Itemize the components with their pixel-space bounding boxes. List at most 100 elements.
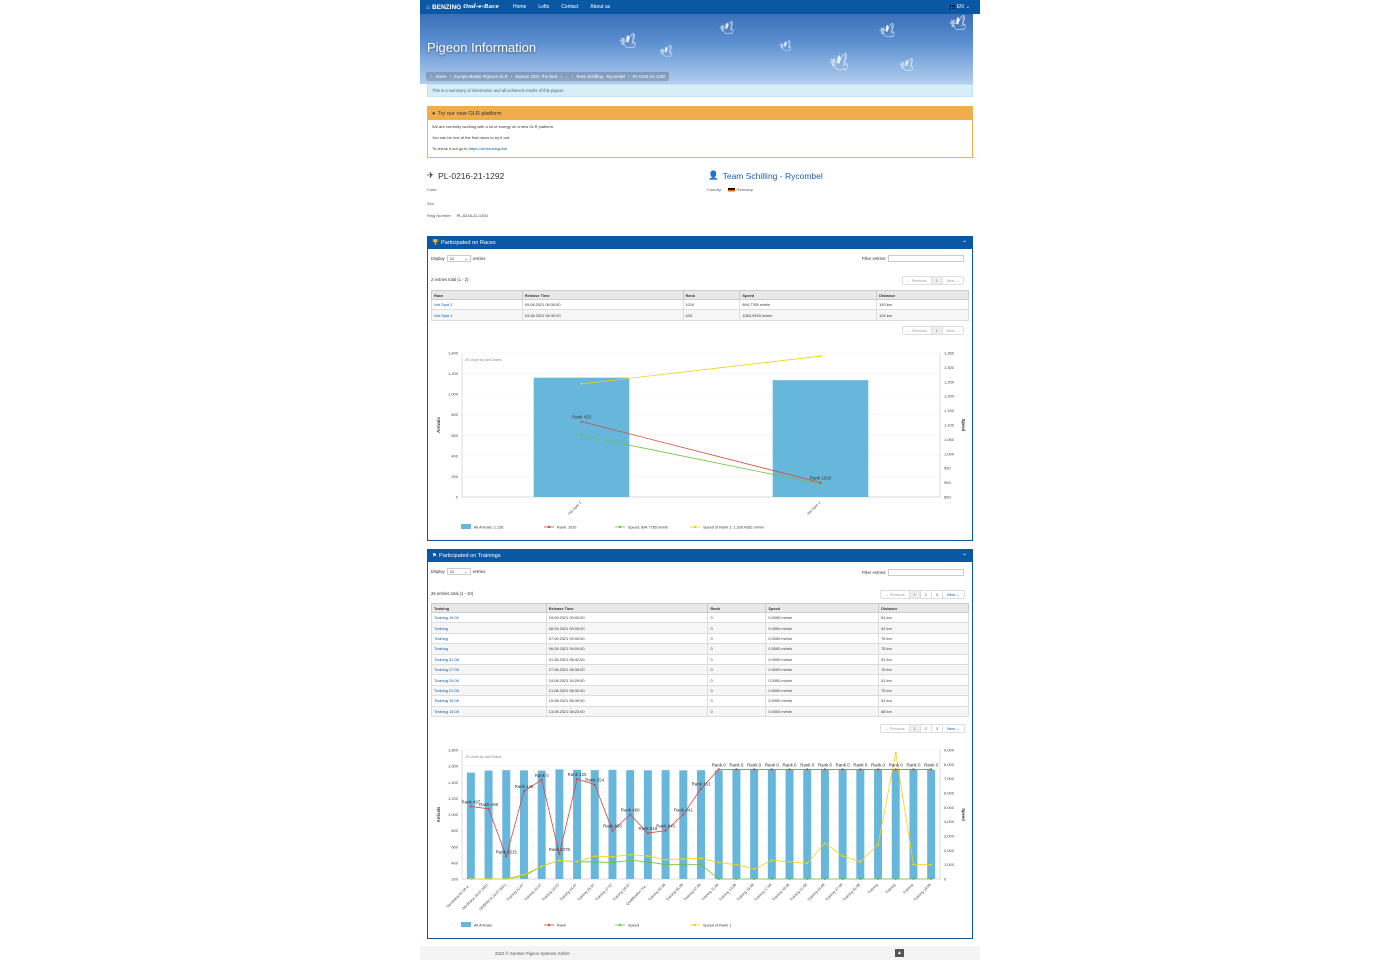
y2-tick-label: 1,000: [944, 451, 955, 456]
races-panel-header[interactable]: 🏆 Participated on Races ⌃: [428, 237, 972, 249]
row-name-link[interactable]: Hot Spot 1: [431, 309, 523, 321]
pager-page-1[interactable]: 1: [931, 327, 943, 334]
rank-data-label: Rank 0: [889, 762, 903, 767]
pager-page-1[interactable]: 1: [931, 277, 943, 284]
row-name-link[interactable]: Training 21.08: [431, 684, 547, 697]
trainings-title: Participated on Trainings: [439, 553, 501, 559]
breadcrumb-separator: ›: [571, 74, 573, 79]
pager-next[interactable]: Next →: [943, 327, 964, 334]
nav-link-contact[interactable]: Contact: [561, 4, 578, 10]
col-release-time[interactable]: Release Time: [521, 290, 684, 300]
rank-data-label: Rank 0: [747, 762, 761, 767]
pager-page-1[interactable]: 1: [909, 725, 921, 732]
pager-next[interactable]: Next →: [943, 591, 964, 598]
chart-watermark: JS chart by amCharts: [465, 755, 502, 759]
pager-next[interactable]: Next →: [943, 725, 964, 732]
pager-previous[interactable]: ← Previous: [881, 591, 910, 598]
row-name-link[interactable]: Training: [431, 643, 547, 655]
nav-link-about[interactable]: About us: [590, 4, 610, 10]
nav-link-home[interactable]: Home: [513, 4, 526, 10]
promo-line-prefix: To check it out go to: [432, 146, 468, 151]
col-rank[interactable]: Rank: [707, 603, 767, 613]
speed-point: [717, 877, 720, 881]
y-tick-label: 600: [451, 433, 458, 438]
collapse-icon[interactable]: ⌃: [962, 553, 967, 560]
team-name[interactable]: Team Schilling - Rycombel: [723, 171, 823, 181]
col-release-time[interactable]: Release Time: [545, 603, 709, 613]
pager-page-3[interactable]: 3: [932, 725, 943, 732]
team-heading[interactable]: 👤 Team Schilling - Rycombel: [708, 170, 823, 181]
trainings-filter-input[interactable]: [888, 569, 965, 576]
nav-link-lofts[interactable]: Lofts: [538, 4, 549, 10]
races-page-size-select[interactable]: 10 ⌄: [446, 255, 471, 262]
bar-arrivals: [891, 769, 900, 879]
pigeon-image: 🕊: [947, 14, 970, 35]
language-selector[interactable]: EN ⌄: [948, 4, 970, 10]
row-name-link[interactable]: Training 31.08: [431, 653, 547, 665]
speed-rank1-point: [930, 863, 933, 866]
rank-data-label: Rank 120: [568, 772, 587, 777]
pager-previous[interactable]: ← Previous: [903, 327, 932, 334]
legend-swatch: [461, 524, 471, 529]
pager-page-3[interactable]: 3: [932, 591, 943, 598]
table-cell: 894.7785 m/min: [739, 298, 878, 311]
col-training[interactable]: Training: [431, 603, 547, 613]
col-distance[interactable]: Distance: [876, 290, 969, 300]
breadcrumb-home[interactable]: Home: [436, 74, 447, 79]
pager-next[interactable]: Next →: [943, 277, 964, 284]
pager-page-1[interactable]: 1: [909, 591, 921, 598]
pager-page-2[interactable]: 2: [921, 591, 932, 598]
table-cell: 51 km: [878, 653, 969, 665]
rank-data-label: Rank 816: [638, 826, 657, 831]
table-header-row: Training Release Time Rank Speed Distanc…: [431, 603, 969, 613]
x-tick-label: Training 19.09: [913, 883, 932, 902]
rank-data-label: Rank 161: [692, 782, 711, 787]
pigeon-image: 🕊: [778, 40, 795, 55]
row-name-link[interactable]: Training 19.08: [431, 695, 547, 707]
col-race[interactable]: Race: [431, 290, 523, 300]
legend-item: Speed: [628, 924, 639, 928]
races-filter-input[interactable]: [888, 255, 965, 262]
speed-rank1-point: [735, 863, 738, 866]
col-rank[interactable]: Rank: [682, 290, 741, 300]
row-name-link[interactable]: Training 13.08: [431, 705, 547, 717]
row-name-link[interactable]: Hot Spot 2: [431, 298, 523, 311]
pager-previous[interactable]: ← Previous: [881, 725, 910, 732]
rank-data-label: Rank 0: [818, 762, 832, 767]
row-name-link[interactable]: Training 19.09: [431, 611, 547, 624]
table-cell: 19.08.2021 08:30:00: [545, 695, 709, 707]
collapse-icon[interactable]: ⌃: [962, 240, 967, 247]
legend-item: Rank: 1010: [557, 526, 576, 530]
legend-marker: [618, 525, 622, 529]
breadcrumb-olr[interactable]: Europa Master Pigeons OLR: [454, 74, 508, 79]
page-size-value: 10: [449, 569, 455, 574]
col-speed[interactable]: Speed: [739, 290, 878, 300]
promo-link[interactable]: https://olr.benzing.live: [469, 146, 507, 151]
col-speed[interactable]: Speed: [765, 603, 880, 613]
trainings-page-size-select[interactable]: 10 ⌄: [446, 568, 471, 575]
legend-item: Speed of Rank 1: [703, 924, 731, 928]
table-row: Hot Spot 1 03.08.2021 06:30:00 433 1063.945…: [431, 309, 969, 321]
pager-page-2[interactable]: 2: [921, 725, 932, 732]
row-name-link[interactable]: Training: [431, 622, 547, 634]
table-cell: 31.08.2021 08:42:00: [545, 653, 709, 665]
row-name-link[interactable]: Training 24.08: [431, 674, 547, 686]
breadcrumb-ellipsis[interactable]: ...: [565, 74, 569, 79]
rank-data-label: Rank 1010: [810, 476, 832, 481]
breadcrumb-season[interactable]: Season 2021 The Best: [515, 74, 558, 79]
col-distance[interactable]: Distance: [878, 603, 969, 613]
row-name-link[interactable]: Training: [431, 632, 547, 645]
trainings-panel-header[interactable]: ⚑ Participated on Trainings ⌃: [428, 550, 972, 562]
breadcrumb-team[interactable]: Team Schilling - Rycombel: [576, 74, 625, 79]
table-cell: 75 km: [878, 663, 969, 676]
row-name-link[interactable]: Training 27.08: [431, 663, 547, 676]
promo-line: We are currently working with a lot of e…: [432, 124, 555, 129]
scroll-to-top-button[interactable]: ▲: [895, 949, 904, 957]
y2-tick-label: 900: [944, 480, 951, 485]
pager-previous[interactable]: ← Previous: [903, 277, 932, 284]
speed-point: [611, 861, 614, 864]
races-title: Participated on Races: [440, 240, 496, 246]
y-tick-label: 1,200: [448, 371, 459, 376]
display-label: Display: [431, 256, 445, 261]
brand-logo[interactable]: ⌂ BENZING Ond-e-Race: [426, 4, 499, 11]
